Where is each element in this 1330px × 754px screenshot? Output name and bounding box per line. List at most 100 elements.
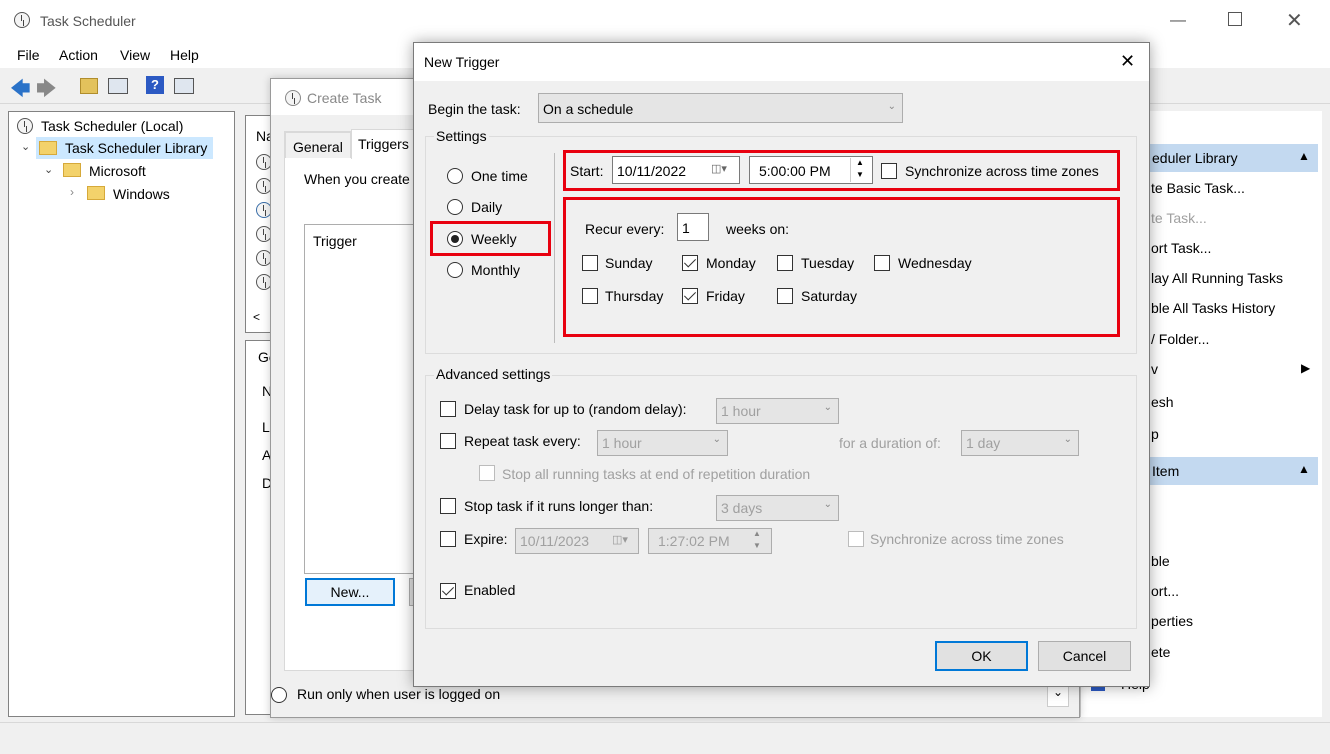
create-task-title: Create Task: [307, 90, 382, 106]
one-time-radio[interactable]: [447, 168, 463, 184]
spin-down-icon[interactable]: ▼: [753, 541, 761, 550]
chevron-down-icon: ⌄: [1053, 685, 1064, 699]
settings-group-label: Settings: [434, 128, 489, 144]
up-folder-icon[interactable]: [80, 78, 98, 94]
monthly-label: Monthly: [471, 262, 521, 278]
show-hide-tree-icon[interactable]: [108, 78, 128, 94]
action-create-task[interactable]: te Task...: [1151, 210, 1207, 226]
help-icon[interactable]: ?: [146, 76, 164, 94]
main-title-bar: Task Scheduler — ✕: [0, 0, 1330, 42]
new-trigger-button[interactable]: New...: [305, 578, 395, 606]
delay-task-checkbox[interactable]: [440, 401, 456, 417]
begin-task-select[interactable]: On a schedule ⌄: [538, 93, 903, 123]
minimize-icon[interactable]: —: [1170, 12, 1186, 30]
menu-view[interactable]: View: [120, 47, 150, 63]
stop-longer-select[interactable]: 3 days ⌄: [716, 495, 839, 521]
tab-general-label: General: [293, 139, 343, 155]
action-export[interactable]: ort...: [1151, 583, 1179, 599]
stop-longer-value: 3 days: [721, 500, 763, 516]
tree-microsoft[interactable]: Microsoft: [89, 163, 146, 179]
new-trigger-label: New...: [330, 584, 370, 600]
expire-time-spinner[interactable]: 1:27:02 PM ▲ ▼: [648, 528, 772, 554]
daily-radio[interactable]: [447, 199, 463, 215]
close-window-icon[interactable]: ✕: [1286, 8, 1303, 33]
stop-all-tasks-label: Stop all running tasks at end of repetit…: [502, 466, 811, 482]
close-dialog-icon[interactable]: ✕: [1120, 51, 1135, 72]
action-new-folder[interactable]: / Folder...: [1151, 331, 1209, 347]
menu-file[interactable]: File: [17, 47, 40, 63]
scroll-left-button[interactable]: <: [253, 310, 260, 324]
clock-icon: [17, 118, 33, 134]
tree-windows[interactable]: Windows: [113, 186, 170, 202]
ok-button[interactable]: OK: [935, 641, 1028, 671]
expand-chevron-icon[interactable]: ⌄: [21, 140, 30, 153]
task-scheduler-icon: [14, 12, 30, 28]
ok-label: OK: [971, 648, 992, 664]
tree-root[interactable]: Task Scheduler (Local): [41, 118, 183, 134]
clock-icon: [285, 90, 301, 106]
menu-help[interactable]: Help: [170, 47, 199, 63]
action-create-basic-task[interactable]: te Basic Task...: [1151, 180, 1245, 196]
spin-up-icon[interactable]: ▲: [753, 529, 761, 538]
duration-select[interactable]: 1 day ⌄: [961, 430, 1079, 456]
expire-label: Expire:: [464, 531, 508, 547]
back-arrow-icon[interactable]: 🡄: [10, 74, 31, 108]
triggers-intro-text: When you create: [304, 171, 410, 187]
expire-sync-checkbox[interactable]: [848, 531, 864, 547]
duration-value: 1 day: [966, 435, 1001, 451]
begin-task-label: Begin the task:: [428, 101, 521, 117]
delay-task-label: Delay task for up to (random delay):: [464, 401, 687, 417]
collapse-up-icon[interactable]: ▲: [1298, 149, 1310, 163]
chevron-down-icon: ⌄: [887, 101, 896, 112]
action-delete[interactable]: ete: [1151, 644, 1170, 660]
tab-triggers[interactable]: Triggers: [351, 129, 415, 159]
console-tree-pane: Task Scheduler (Local) ⌄ Task Scheduler …: [8, 111, 235, 717]
settings-divider: [554, 153, 555, 343]
chevron-down-icon: ⌄: [823, 402, 832, 413]
cancel-button[interactable]: Cancel: [1038, 641, 1131, 671]
calendar-icon[interactable]: ◫▾: [612, 533, 628, 546]
show-hide-action-pane-icon[interactable]: [174, 78, 194, 94]
monthly-radio[interactable]: [447, 262, 463, 278]
repeat-task-checkbox[interactable]: [440, 433, 456, 449]
weekly-highlight: [430, 221, 551, 256]
triggers-list[interactable]: Trigger: [304, 224, 414, 574]
tab-general[interactable]: General: [285, 132, 351, 158]
forward-arrow-icon[interactable]: 🡆: [36, 74, 57, 108]
repeat-task-label: Repeat task every:: [464, 433, 581, 449]
action-enable-history[interactable]: ble All Tasks History: [1151, 300, 1275, 316]
repeat-select[interactable]: 1 hour ⌄: [597, 430, 728, 456]
expire-checkbox[interactable]: [440, 531, 456, 547]
collapse-up-icon[interactable]: ▲: [1298, 462, 1310, 476]
expand-chevron-icon[interactable]: ⌄: [44, 163, 53, 176]
action-disable[interactable]: ble: [1151, 553, 1170, 569]
expire-date-picker[interactable]: 10/11/2023 ◫▾: [515, 528, 639, 554]
submenu-arrow-icon: ▶: [1301, 361, 1311, 375]
tab-triggers-label: Triggers: [358, 136, 409, 152]
action-import-task[interactable]: ort Task...: [1151, 240, 1211, 256]
action-display-running[interactable]: lay All Running Tasks: [1151, 270, 1283, 286]
library-folder-icon: [39, 141, 57, 155]
action-refresh[interactable]: esh: [1151, 394, 1174, 410]
action-properties[interactable]: perties: [1151, 613, 1193, 629]
expire-date-value: 10/11/2023: [520, 533, 590, 549]
new-trigger-title-bar: New Trigger ✕: [414, 43, 1149, 81]
stop-longer-checkbox[interactable]: [440, 498, 456, 514]
enabled-checkbox[interactable]: [440, 583, 456, 599]
run-only-logged-on-label: Run only when user is logged on: [297, 686, 501, 702]
action-view[interactable]: v: [1151, 361, 1158, 377]
collapse-chevron-icon[interactable]: ›: [70, 185, 74, 199]
delay-select[interactable]: 1 hour ⌄: [716, 398, 839, 424]
chevron-down-icon: ⌄: [712, 434, 721, 445]
delay-value: 1 hour: [721, 403, 761, 419]
action-help[interactable]: p: [1151, 426, 1159, 442]
menu-action[interactable]: Action: [59, 47, 98, 63]
selected-item-header-label: Item: [1152, 463, 1180, 479]
tree-library[interactable]: Task Scheduler Library: [65, 140, 207, 156]
stop-all-tasks-checkbox[interactable]: [479, 465, 495, 481]
actions-header-label: eduler Library: [1152, 150, 1238, 166]
triggers-list-header[interactable]: Trigger: [313, 233, 357, 249]
run-only-logged-on-radio[interactable]: [271, 687, 287, 703]
maximize-icon[interactable]: [1228, 12, 1242, 26]
recur-days-highlight: [563, 197, 1120, 337]
